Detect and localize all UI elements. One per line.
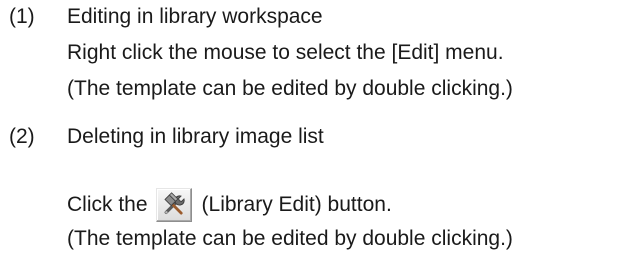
step-2-note: (The template can be edited by double cl… bbox=[67, 227, 513, 250]
step-2-title: Deleting in library image list bbox=[67, 125, 324, 148]
step-1-note: (The template can be edited by double cl… bbox=[67, 77, 513, 100]
step-2-number: (2) bbox=[9, 125, 35, 148]
step-2-instruction: Click the (Library Edit) button. bbox=[67, 188, 392, 222]
click-suffix-text: (Library Edit) button. bbox=[201, 193, 392, 216]
click-prefix-text: Click the bbox=[67, 193, 148, 216]
step-1-number: (1) bbox=[9, 5, 35, 28]
step-1-instruction: Right click the mouse to select the [Edi… bbox=[67, 41, 504, 64]
instruction-document: (1) Editing in library workspace Right c… bbox=[0, 0, 633, 260]
step-1-title: Editing in library workspace bbox=[67, 5, 323, 28]
library-edit-button[interactable] bbox=[155, 188, 192, 222]
hammer-and-wrench-icon bbox=[163, 192, 185, 215]
